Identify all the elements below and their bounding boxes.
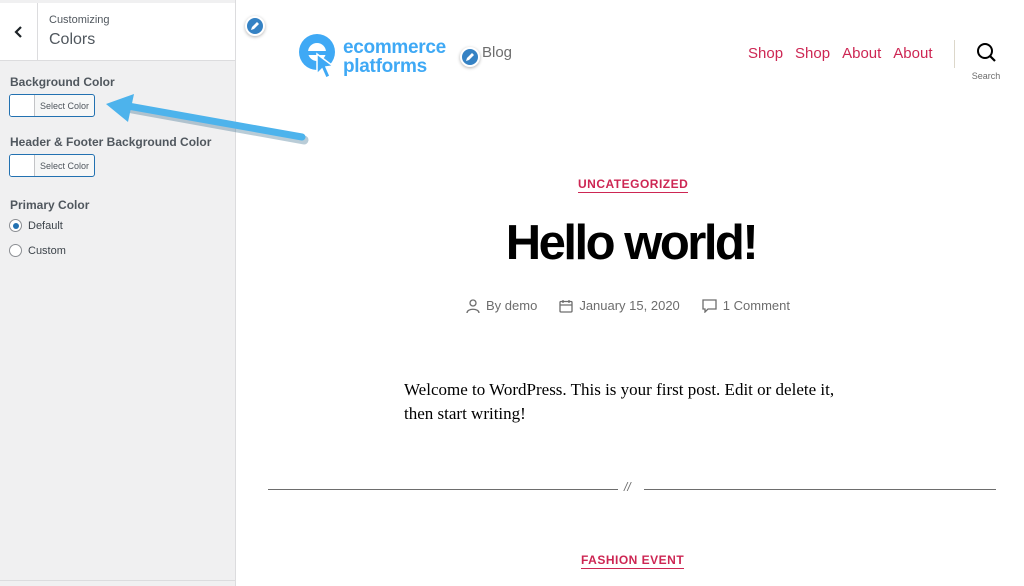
header-footer-color-label: Header & Footer Background Color: [10, 135, 212, 149]
comment-icon: [702, 298, 717, 313]
logo-line-1: ecommerce: [343, 37, 446, 58]
post-title[interactable]: Hello world!: [420, 215, 842, 271]
post-meta: By demo January 15, 2020 1 Comment: [466, 298, 790, 313]
radio-label: Custom: [28, 244, 66, 257]
customizing-label: Customizing: [49, 14, 110, 26]
nav-item-about[interactable]: About: [842, 45, 881, 62]
radio-button[interactable]: [9, 244, 22, 257]
header-footer-color-button[interactable]: Select Color: [9, 154, 95, 177]
sidebar-footer: [0, 580, 235, 586]
user-icon: [466, 298, 480, 313]
logo-line-2: platforms: [343, 56, 427, 77]
select-color-label: Select Color: [39, 160, 90, 171]
chevron-left-icon: [13, 26, 22, 38]
pencil-icon: [251, 22, 259, 30]
site-description: Blog: [482, 44, 513, 61]
search-label: Search: [971, 71, 1001, 81]
edit-shortcut-button[interactable]: [460, 47, 480, 67]
nav-item-shop[interactable]: Shop: [795, 45, 830, 62]
search-toggle[interactable]: Search: [966, 42, 1006, 81]
comments-text: 1 Comment: [722, 298, 790, 313]
nav-item-about[interactable]: About: [893, 45, 932, 62]
date-text: January 15, 2020: [579, 298, 680, 313]
nav-item-shop[interactable]: Shop: [748, 45, 783, 62]
logo-e-icon: [299, 34, 335, 80]
logo-text: ecommerce platforms: [343, 38, 446, 76]
post-content: Welcome to WordPress. This is your first…: [404, 380, 835, 423]
site-logo[interactable]: ecommerce platforms: [297, 32, 446, 82]
separator-mark: //: [624, 480, 631, 494]
pencil-icon: [466, 53, 474, 61]
post-date[interactable]: January 15, 2020: [559, 298, 680, 313]
radio-default[interactable]: Default: [9, 219, 63, 232]
background-color-label: Background Color: [10, 75, 115, 89]
background-color-button[interactable]: Select Color: [9, 94, 95, 117]
post-separator: //: [268, 480, 996, 498]
post-comments[interactable]: 1 Comment: [702, 298, 790, 313]
search-icon: [977, 43, 996, 62]
radio-label: Default: [28, 219, 63, 232]
section-title: Colors: [49, 31, 96, 48]
edit-shortcut-button[interactable]: [245, 16, 265, 36]
separator-line: [268, 489, 618, 490]
primary-nav: Shop Shop About About: [748, 45, 933, 62]
author-text: By demo: [486, 298, 538, 313]
customizer-header: Customizing Colors: [0, 0, 235, 61]
radio-custom[interactable]: Custom: [9, 244, 66, 257]
color-swatch: [10, 155, 35, 176]
calendar-icon: [559, 299, 573, 313]
next-post-category-link[interactable]: FASHION EVENT: [581, 553, 685, 569]
select-color-label: Select Color: [39, 100, 90, 111]
color-swatch: [10, 95, 35, 116]
primary-color-label: Primary Color: [10, 198, 90, 212]
post-author[interactable]: By demo: [466, 298, 537, 313]
post-category-link[interactable]: UNCATEGORIZED: [578, 177, 689, 193]
separator-line: [644, 489, 996, 490]
nav-divider: [954, 40, 955, 68]
customizer-sidebar: Customizing Colors Background Color Sele…: [0, 0, 236, 586]
radio-button-checked[interactable]: [9, 219, 22, 232]
back-button[interactable]: [0, 3, 38, 61]
